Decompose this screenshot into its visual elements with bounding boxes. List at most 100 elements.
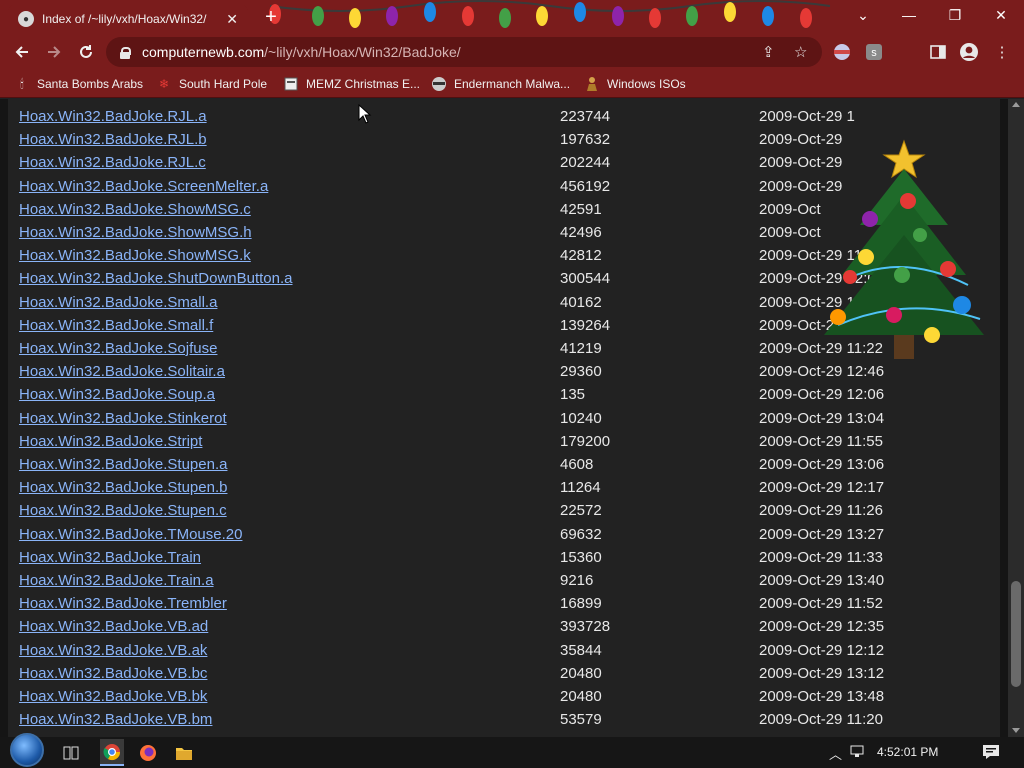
file-date: 2009-Oct-29 12:06 — [759, 386, 885, 404]
file-size: 20480 — [560, 688, 602, 705]
show-hidden-icons-icon[interactable]: ︿ — [829, 744, 842, 763]
tab-search-icon[interactable]: ⌄ — [840, 0, 886, 30]
bookmark-label: MEMZ Christmas E... — [306, 77, 421, 91]
file-size: 69632 — [560, 525, 602, 543]
scroll-down-arrow-icon[interactable] — [1012, 728, 1020, 733]
file-link[interactable]: Hoax.Win32.BadJoke.Stupen.a — [19, 456, 227, 473]
file-size: 40162 — [560, 293, 602, 311]
table-row: Hoax.Win32.BadJoke.VB.ad 393728 2009-Oct-2… — [8, 616, 1000, 639]
file-link[interactable]: Hoax.Win32.BadJoke.ScreenMelter.a — [19, 178, 268, 195]
system-clock[interactable]: 4:52:01 PM — [877, 745, 938, 759]
file-date: 2009-Oct-29 13:27 — [759, 525, 885, 543]
file-link[interactable]: Hoax.Win32.BadJoke.Stupen.b — [19, 479, 227, 496]
file-link[interactable]: Hoax.Win32.BadJoke.RJL.b — [19, 131, 207, 148]
file-size: 29360 — [560, 363, 602, 381]
file-link[interactable]: Hoax.Win32.BadJoke.Train — [19, 549, 201, 566]
file-link[interactable]: Hoax.Win32.BadJoke.Soup.a — [19, 386, 215, 403]
file-link[interactable]: Hoax.Win32.BadJoke.Trembler — [19, 595, 227, 612]
file-link[interactable]: Hoax.Win32.BadJoke.VB.ad — [19, 618, 208, 635]
task-view-icon[interactable] — [59, 741, 83, 765]
address-bar[interactable]: computernewb.com/~lily/vxh/Hoax/Win32/Ba… — [106, 37, 822, 67]
network-icon[interactable] — [850, 744, 868, 761]
file-link[interactable]: Hoax.Win32.BadJoke.RJL.a — [19, 108, 207, 125]
file-explorer-taskbar-icon[interactable] — [172, 741, 196, 765]
bookmark-item[interactable]: 🕯 Santa Bombs Arabs — [14, 74, 143, 94]
tab-close-icon[interactable]: ✕ — [226, 11, 238, 28]
profile-avatar-icon[interactable] — [959, 42, 979, 62]
table-row: Hoax.Win32.BadJoke.VB.ak 35844 2009-Oct-29… — [8, 640, 1000, 663]
tab-title: Index of /~lily/vxh/Hoax/Win32/ — [42, 12, 207, 26]
table-row: Hoax.Win32.BadJoke.Train.a 9216 2009-Oct-2… — [8, 570, 1000, 593]
notifications-icon[interactable] — [982, 744, 1000, 763]
minimize-button[interactable]: — — [886, 0, 932, 30]
s-badge-icon: s — [866, 44, 882, 60]
file-link[interactable]: Hoax.Win32.BadJoke.Stupen.c — [19, 502, 227, 519]
file-link[interactable]: Hoax.Win32.BadJoke.Small.f — [19, 317, 213, 334]
file-size: 42591 — [560, 200, 602, 218]
extension-s-icon[interactable]: s — [864, 42, 884, 62]
file-link[interactable]: Hoax.Win32.BadJoke.VB.bc — [19, 665, 207, 682]
close-window-button[interactable]: ✕ — [978, 0, 1024, 30]
side-panel-icon[interactable] — [928, 42, 948, 62]
file-link[interactable]: Hoax.Win32.BadJoke.ShowMSG.k — [19, 247, 251, 264]
table-row: Hoax.Win32.BadJoke.Stupen.c 22572 2009-Oct… — [8, 500, 1000, 523]
scroll-up-arrow-icon[interactable] — [1012, 102, 1020, 107]
file-size: 456192 — [560, 177, 611, 195]
start-button[interactable] — [10, 733, 44, 767]
file-link[interactable]: Hoax.Win32.BadJoke.VB.bk — [19, 688, 207, 705]
vertical-scrollbar[interactable] — [1008, 99, 1024, 737]
bookmark-star-icon[interactable]: ☆ — [794, 43, 807, 61]
table-row: Hoax.Win32.BadJoke.VB.bc 20480 2009-Oct-29… — [8, 663, 1000, 686]
new-tab-button[interactable]: + — [260, 6, 282, 29]
file-link[interactable]: Hoax.Win32.BadJoke.ShowMSG.h — [19, 224, 252, 241]
candle-icon: 🕯 — [20, 76, 24, 91]
bookmark-item[interactable]: ❄ South Hard Pole — [156, 74, 267, 94]
bookmark-item[interactable]: MEMZ Christmas E... — [283, 74, 420, 94]
file-size: 22572 — [560, 502, 602, 520]
restore-button[interactable]: ❐ — [932, 0, 978, 30]
firefox-taskbar-icon[interactable] — [136, 741, 160, 765]
file-link[interactable]: Hoax.Win32.BadJoke.Stript — [19, 433, 202, 450]
sidebar-icon — [930, 45, 946, 59]
reload-button[interactable] — [74, 40, 98, 64]
chrome-taskbar-icon[interactable] — [100, 739, 124, 766]
file-link[interactable]: Hoax.Win32.BadJoke.Small.a — [19, 294, 217, 311]
file-date: 2009-Oct-29 13:48 — [759, 688, 885, 705]
scroll-thumb[interactable] — [1011, 581, 1021, 687]
chrome-menu-icon[interactable]: ⋮ — [992, 42, 1012, 62]
file-size: 35844 — [560, 641, 602, 659]
file-link[interactable]: Hoax.Win32.BadJoke.Solitair.a — [19, 363, 225, 380]
file-size: 393728 — [560, 618, 611, 636]
file-link[interactable]: Hoax.Win32.BadJoke.Train.a — [19, 572, 214, 589]
page-content: Hoax.Win32.BadJoke.RJL.a 223744 2009-Oct-2… — [0, 99, 1024, 737]
file-link[interactable]: Hoax.Win32.BadJoke.Stinkerot — [19, 410, 227, 427]
file-link[interactable]: Hoax.Win32.BadJoke.ShutDownButton.a — [19, 270, 293, 287]
forward-arrow-icon — [48, 46, 61, 58]
file-link[interactable]: Hoax.Win32.BadJoke.Sojfuse — [19, 340, 217, 357]
file-link[interactable]: Hoax.Win32.BadJoke.VB.bm — [19, 711, 212, 728]
table-row: Hoax.Win32.BadJoke.VB.bk 20480 2009-Oct-29… — [8, 686, 1000, 709]
file-size: 20480 — [560, 664, 602, 682]
file-link[interactable]: Hoax.Win32.BadJoke.ShowMSG.c — [19, 201, 251, 218]
table-row: Hoax.Win32.BadJoke.Soup.a 135 2009-Oct-29 … — [8, 384, 1000, 407]
extension-flag-icon[interactable] — [832, 42, 852, 62]
table-row: Hoax.Win32.BadJoke.VB.bm 53579 2009-Oct-29… — [8, 709, 1000, 732]
person-icon — [960, 43, 978, 61]
file-size: 10240 — [560, 409, 602, 427]
tab-strip: ● Index of /~lily/vxh/Hoax/Win32/ ✕ + ⌄ … — [0, 0, 1024, 34]
table-row: Hoax.Win32.BadJoke.Train 15360 2009-Oct-29… — [8, 547, 1000, 570]
forward-button[interactable] — [42, 40, 66, 64]
bookmark-item[interactable]: Endermanch Malwa... — [431, 74, 570, 94]
file-date: 2009-Oct-29 13:04 — [759, 409, 885, 427]
bookmark-item[interactable]: Windows ISOs — [584, 74, 686, 94]
file-date: 2009-Oct-29 1 — [759, 108, 855, 125]
reload-icon — [80, 45, 92, 58]
share-icon[interactable]: ⇪ — [762, 43, 775, 61]
file-link[interactable]: Hoax.Win32.BadJoke.RJL.c — [19, 154, 206, 171]
active-tab[interactable]: ● Index of /~lily/vxh/Hoax/Win32/ ✕ — [8, 4, 248, 34]
back-button[interactable] — [10, 40, 34, 64]
file-link[interactable]: Hoax.Win32.BadJoke.TMouse.20 — [19, 526, 242, 543]
file-size: 223744 — [560, 108, 611, 125]
file-link[interactable]: Hoax.Win32.BadJoke.VB.ak — [19, 642, 207, 659]
table-row: Hoax.Win32.BadJoke.Trembler 16899 2009-Oct… — [8, 593, 1000, 616]
